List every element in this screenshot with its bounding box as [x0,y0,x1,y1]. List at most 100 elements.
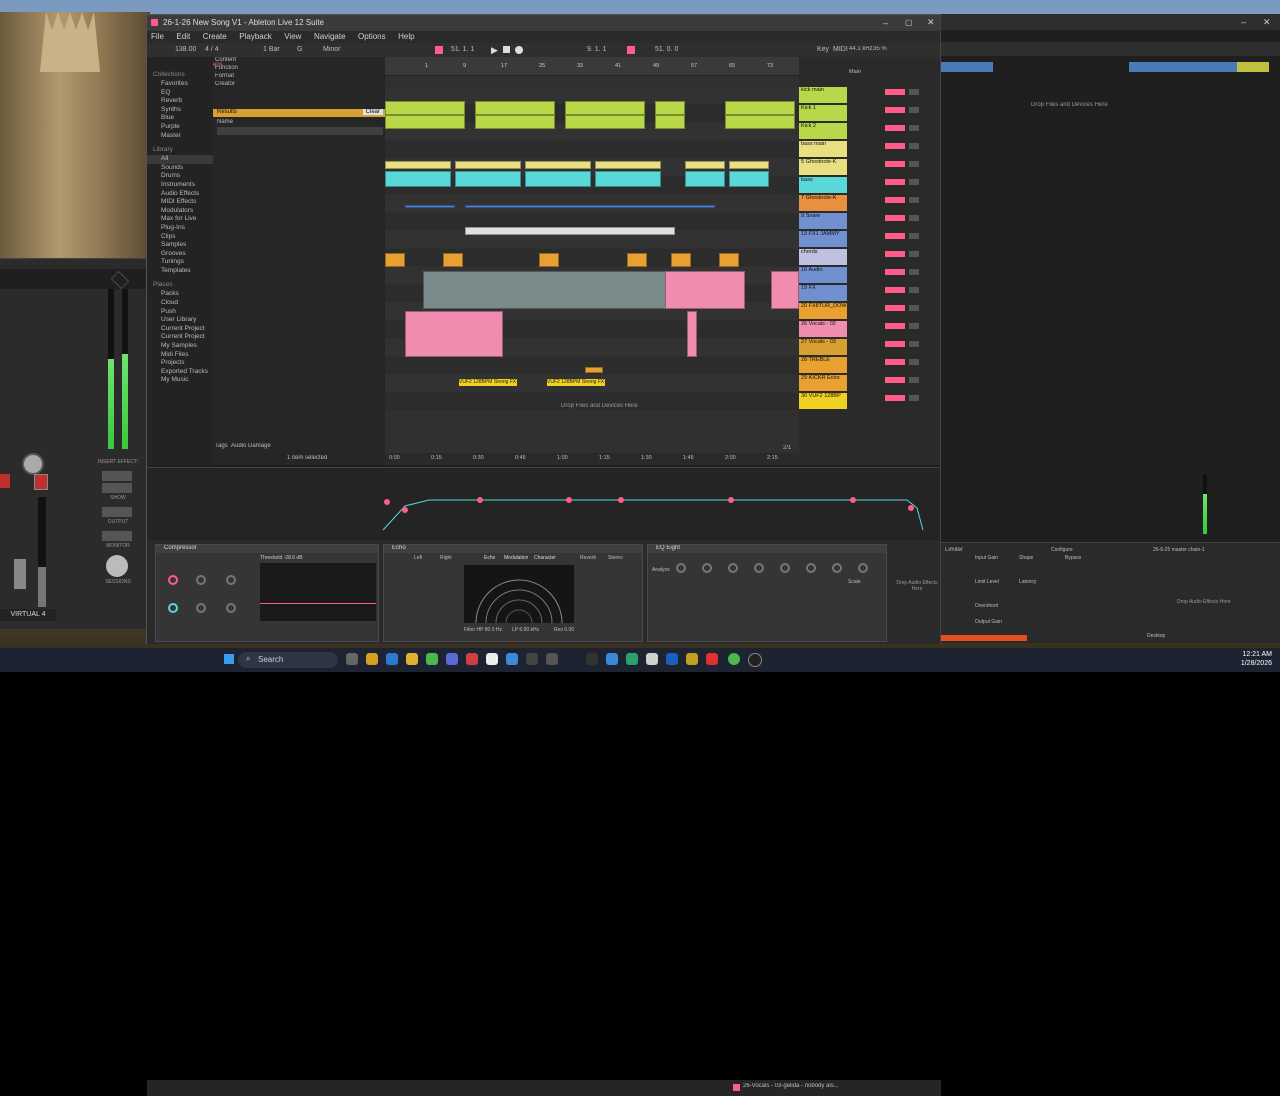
eq-band-8-knob[interactable] [858,563,868,573]
folder-icon[interactable] [406,653,418,665]
track-solo-button[interactable] [909,323,919,329]
track-activator-button[interactable] [885,197,905,203]
track-activator-button[interactable] [885,233,905,239]
insert-effects-button-2[interactable] [102,483,132,493]
menu-edit[interactable]: Edit [176,32,190,41]
loop-toggle-icon[interactable] [627,46,635,54]
track-header[interactable]: 29 KICKR Echo [799,375,847,391]
vocal-clip[interactable] [771,271,799,309]
track-solo-button[interactable] [909,215,919,221]
eq-band-1-knob[interactable] [676,563,686,573]
kick-clip[interactable] [475,115,555,129]
scale-key[interactable]: G [297,46,302,53]
fx-clip-a[interactable]: VUF2 128BPM Strong FX 1 [459,379,517,386]
track-solo-button[interactable] [909,161,919,167]
beat-ruler[interactable]: 19172533414957657381 [385,57,811,76]
track-solo-button[interactable] [909,359,919,365]
track-header[interactable]: 26 Vocals - 02 [799,321,847,337]
desktop-button[interactable]: Desktop [1147,633,1165,639]
track-header[interactable]: Kick 1 [799,105,847,121]
track-header[interactable]: 28 TREBLE [799,357,847,373]
track-header[interactable]: 13 FX1 JAMMY [799,231,847,247]
collection-eq[interactable]: EQ [147,89,213,98]
result-row[interactable] [217,127,383,135]
chrome-icon-2[interactable] [728,653,740,665]
fx-clip[interactable] [719,253,739,267]
track-header[interactable]: 16 Audio [799,267,847,283]
fx-clip[interactable] [385,253,405,267]
library-sounds[interactable]: Sounds [147,164,213,173]
track-header[interactable]: kick main [799,87,847,103]
app-icon-grey[interactable] [546,653,558,665]
minimize-button[interactable]: – [883,18,888,28]
track-solo-button[interactable] [909,395,919,401]
vocal-clip-3[interactable] [687,311,697,357]
start-button[interactable] [224,654,234,664]
menu-help[interactable]: Help [398,32,414,41]
eq-band-5-knob[interactable] [780,563,790,573]
place-push[interactable]: Push [147,308,213,317]
fx-clip-b[interactable]: VUF2 128BPM Strong FX 1 [547,379,605,386]
bass-clip[interactable] [685,171,725,187]
library-templates[interactable]: Templates [147,267,213,276]
track-activator-button[interactable] [885,107,905,113]
key-map-button[interactable]: Key [817,46,829,53]
filter-res[interactable]: Res 0.00 [554,627,574,633]
kick-clip[interactable] [725,115,795,129]
clear-button[interactable]: Clear [362,109,383,115]
monitor-knob[interactable] [106,555,128,577]
record-button[interactable] [515,46,523,54]
collection-favorites[interactable]: Favorites [147,80,213,89]
kick-clip[interactable] [565,115,645,129]
place-packs[interactable]: Packs [147,290,213,299]
ghostnote-clip[interactable] [729,161,769,169]
filter-lp[interactable]: LP 6.00 kHz [512,627,539,633]
library-instruments[interactable]: Instruments [147,181,213,190]
track-solo-button[interactable] [909,287,919,293]
envelope-editor[interactable] [147,468,941,540]
kick-clip[interactable] [655,115,685,129]
track-activator-button[interactable] [885,395,905,401]
chrome-icon[interactable] [426,653,438,665]
app-icon-light[interactable] [646,653,658,665]
echo-tab[interactable]: Echo [484,555,495,561]
modulation-tab[interactable]: Modulation [504,555,528,561]
track-activator-button[interactable] [885,359,905,365]
release-knob[interactable] [226,575,236,585]
bypass-label[interactable]: Bypass [1065,555,1081,561]
track-header[interactable]: 20 FX8TUR_DOW [799,303,847,319]
track-solo-button[interactable] [909,179,919,185]
terminal-icon[interactable] [526,653,538,665]
track-header[interactable]: 9 Snare [799,213,847,229]
ableton-taskbar-icon[interactable] [586,653,598,665]
position-display[interactable]: 51. 1. 1 [451,46,474,53]
shape-label[interactable]: Shape [1019,555,1033,561]
vocal-clip-grey[interactable] [423,271,673,309]
bass-clip[interactable] [525,171,591,187]
right-close-button[interactable]: ✕ [1263,17,1271,28]
fx-clip[interactable] [671,253,691,267]
menu-navigate[interactable]: Navigate [314,32,346,41]
library-modulators[interactable]: Modulators [147,207,213,216]
track-solo-button[interactable] [909,341,919,347]
eq-eight-device[interactable]: EQ Eight Analyze Scale [647,544,887,642]
attack-knob[interactable] [196,575,206,585]
place-my-music[interactable]: My Music [147,376,213,385]
track-header[interactable]: bass main [799,141,847,157]
kick-clip[interactable] [655,101,685,115]
sidechain-knob[interactable] [168,603,178,613]
main-output-label[interactable]: Main [849,69,861,75]
eq-band-7-knob[interactable] [832,563,842,573]
tag-value[interactable]: Audio Damage [231,443,271,449]
taskbar-search[interactable]: ⌕ Search [238,652,338,668]
master-header[interactable] [1237,62,1269,72]
track-solo-button[interactable] [909,251,919,257]
play-button[interactable]: ▶ [491,45,498,56]
ghostnote-clip[interactable] [385,161,451,169]
collection-reverb[interactable]: Reverb [147,97,213,106]
track-solo-button[interactable] [909,233,919,239]
track-header[interactable]: 5 Ghostnote-K [799,159,847,175]
fx-clip[interactable] [627,253,647,267]
menu-file[interactable]: File [151,32,164,41]
track-activator-button[interactable] [885,143,905,149]
